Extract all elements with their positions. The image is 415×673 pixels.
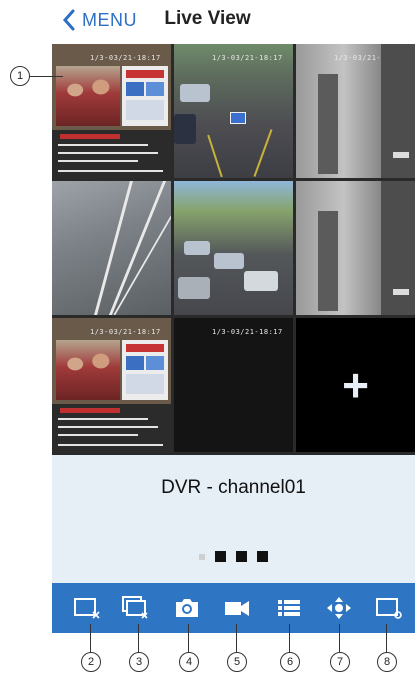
callout-3: 3 bbox=[129, 652, 149, 672]
timestamp: 1/3-03/21-18:17 bbox=[212, 54, 283, 62]
car bbox=[174, 114, 196, 144]
callout-leader bbox=[90, 624, 92, 654]
page-title: Live View bbox=[164, 8, 251, 29]
close-all-icon bbox=[122, 596, 148, 619]
device-info-button[interactable] bbox=[374, 593, 404, 623]
video-camera-icon bbox=[225, 601, 249, 616]
car bbox=[178, 277, 210, 299]
device-settings-icon bbox=[376, 598, 402, 619]
callout-leader bbox=[188, 624, 190, 654]
fence-pole bbox=[108, 181, 167, 315]
list-icon bbox=[278, 600, 300, 616]
callout-7: 7 bbox=[330, 652, 350, 672]
plus-icon: + bbox=[342, 359, 369, 411]
car bbox=[184, 241, 210, 255]
fence-pole bbox=[94, 181, 133, 315]
channel-tile-1[interactable]: 1/3-03/21-18:17 bbox=[52, 44, 171, 178]
ptz-arrows-icon bbox=[327, 597, 351, 619]
lane-line bbox=[253, 129, 273, 177]
callout-leader bbox=[289, 624, 291, 654]
lane-line bbox=[207, 134, 223, 178]
channel-info-panel: DVR - channel01 bbox=[52, 455, 415, 583]
car bbox=[180, 84, 210, 102]
news-panel bbox=[122, 340, 168, 400]
channel-tile-8[interactable]: 1/3-03/21-18:17 bbox=[174, 318, 293, 452]
page-dot-3[interactable] bbox=[236, 551, 247, 562]
channel-name: DVR - channel01 bbox=[161, 477, 306, 498]
add-channel-tile[interactable]: + bbox=[296, 318, 415, 452]
channel-tile-5[interactable] bbox=[174, 181, 293, 315]
header: MENU Live View bbox=[0, 0, 415, 40]
news-banner bbox=[60, 408, 120, 413]
record-button[interactable] bbox=[222, 593, 252, 623]
callout-leader bbox=[138, 624, 140, 654]
close-view-icon bbox=[74, 598, 100, 619]
page-dot-2[interactable] bbox=[215, 551, 226, 562]
callout-8: 8 bbox=[377, 652, 397, 672]
page-indicator[interactable] bbox=[52, 551, 415, 562]
channel-tile-3[interactable]: 1/3-03/21-18:17 bbox=[296, 44, 415, 178]
callout-5: 5 bbox=[227, 652, 247, 672]
news-banner bbox=[60, 134, 120, 139]
snapshot-button[interactable] bbox=[172, 593, 202, 623]
close-all-button[interactable] bbox=[120, 593, 150, 623]
callout-2: 2 bbox=[81, 652, 101, 672]
callout-1: 1 bbox=[10, 66, 30, 86]
camera-grid: 1/3-03/21-18:17 1/3-03/21-18:17 1/3-03/2… bbox=[52, 44, 415, 455]
timestamp: 1/3-03/21-18:17 bbox=[90, 54, 161, 62]
camera-icon bbox=[176, 599, 198, 617]
sign bbox=[393, 289, 409, 295]
video-frame bbox=[56, 340, 120, 400]
timestamp: 1/3-03/21-18:17 bbox=[212, 328, 283, 336]
callout-leader bbox=[386, 624, 388, 654]
parking-marker bbox=[230, 112, 246, 124]
door bbox=[318, 74, 338, 174]
callout-4: 4 bbox=[179, 652, 199, 672]
channel-list-button[interactable] bbox=[274, 593, 304, 623]
callout-leader bbox=[236, 624, 238, 654]
channel-tile-2[interactable]: 1/3-03/21-18:17 bbox=[174, 44, 293, 178]
page-dot-1[interactable] bbox=[199, 554, 205, 560]
callout-leader bbox=[339, 624, 341, 654]
video-frame bbox=[56, 66, 120, 126]
fence-pole bbox=[113, 181, 171, 315]
callout-6: 6 bbox=[280, 652, 300, 672]
toolbar bbox=[52, 583, 415, 633]
close-view-button[interactable] bbox=[72, 593, 102, 623]
channel-tile-7[interactable]: 1/3-03/21-18:17 bbox=[52, 318, 171, 452]
car bbox=[214, 253, 244, 269]
page-dot-4[interactable] bbox=[257, 551, 268, 562]
news-panel bbox=[122, 66, 168, 126]
channel-tile-4[interactable] bbox=[52, 181, 171, 315]
channel-tile-6[interactable] bbox=[296, 181, 415, 315]
car bbox=[244, 271, 278, 291]
timestamp: 1/3-03/21-18:17 bbox=[90, 328, 161, 336]
ptz-control-button[interactable] bbox=[324, 593, 354, 623]
door bbox=[318, 211, 338, 311]
sign bbox=[393, 152, 409, 158]
callout-leader bbox=[29, 76, 63, 78]
